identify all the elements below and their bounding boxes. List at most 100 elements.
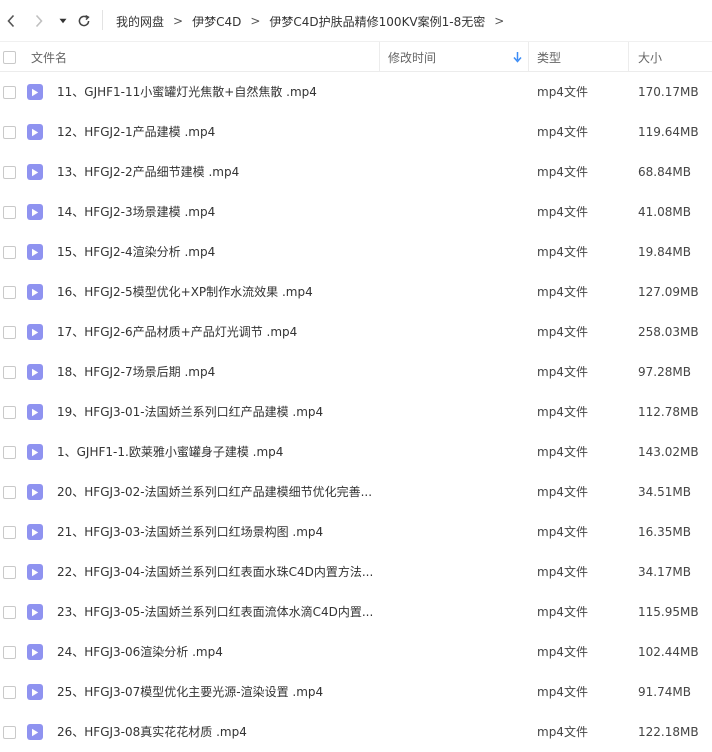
file-row[interactable]: 13、HFGJ2-2产品细节建模 .mp4 mp4文件 68.84MB	[0, 152, 712, 192]
file-row[interactable]: 16、HFGJ2-5模型优化+XP制作水流效果 .mp4 mp4文件 127.09M…	[0, 272, 712, 312]
file-row[interactable]: 14、HFGJ2-3场景建模 .mp4 mp4文件 41.08MB	[0, 192, 712, 232]
file-row[interactable]: 24、HFGJ3-06渲染分析 .mp4 mp4文件 102.44MB	[0, 632, 712, 672]
file-size: 68.84MB	[638, 165, 691, 179]
video-file-icon	[27, 684, 43, 700]
column-header: 文件名 修改时间 类型 大小	[0, 41, 712, 72]
row-checkbox[interactable]	[3, 646, 16, 659]
row-checkbox[interactable]	[3, 366, 16, 379]
file-row[interactable]: 22、HFGJ3-04-法国娇兰系列口红表面水珠C4D内置方法... mp4文件 3…	[0, 552, 712, 592]
file-name[interactable]: 15、HFGJ2-4渲染分析 .mp4	[57, 232, 215, 272]
file-row[interactable]: 18、HFGJ2-7场景后期 .mp4 mp4文件 97.28MB	[0, 352, 712, 392]
column-divider[interactable]	[628, 42, 629, 72]
file-row[interactable]: 1、GJHF1-1.欧莱雅小蜜罐身子建模 .mp4 mp4文件 143.02MB	[0, 432, 712, 472]
breadcrumb-item-root[interactable]: 我的网盘	[116, 13, 164, 30]
column-name-header[interactable]: 文件名	[31, 42, 67, 72]
file-size: 41.08MB	[638, 205, 691, 219]
column-divider[interactable]	[379, 42, 380, 72]
file-type: mp4文件	[537, 405, 588, 419]
file-size: 97.28MB	[638, 365, 691, 379]
column-type-header[interactable]: 类型	[537, 42, 561, 72]
file-row[interactable]: 19、HFGJ3-01-法国娇兰系列口红产品建模 .mp4 mp4文件 112.78…	[0, 392, 712, 432]
forward-button[interactable]	[30, 11, 48, 31]
file-type: mp4文件	[537, 565, 588, 579]
row-checkbox[interactable]	[3, 286, 16, 299]
file-type: mp4文件	[537, 325, 588, 339]
file-type: mp4文件	[537, 125, 588, 139]
refresh-icon	[78, 14, 90, 27]
row-checkbox[interactable]	[3, 686, 16, 699]
select-all-checkbox-cell	[3, 42, 16, 72]
file-name[interactable]: 17、HFGJ2-6产品材质+产品灯光调节 .mp4	[57, 312, 297, 352]
refresh-button[interactable]	[75, 11, 93, 31]
file-row[interactable]: 20、HFGJ3-02-法国娇兰系列口红产品建模细节优化完善... mp4文件 34…	[0, 472, 712, 512]
row-checkbox[interactable]	[3, 86, 16, 99]
row-checkbox[interactable]	[3, 486, 16, 499]
select-all-checkbox[interactable]	[3, 50, 16, 64]
file-name[interactable]: 22、HFGJ3-04-法国娇兰系列口红表面水珠C4D内置方法...	[57, 552, 373, 592]
file-row[interactable]: 12、HFGJ2-1产品建模 .mp4 mp4文件 119.64MB	[0, 112, 712, 152]
chevron-left-icon	[7, 14, 15, 28]
file-name[interactable]: 25、HFGJ3-07模型优化主要光源-渲染设置 .mp4	[57, 672, 323, 712]
file-size: 122.18MB	[638, 725, 699, 739]
video-file-icon	[27, 244, 43, 260]
row-checkbox[interactable]	[3, 406, 16, 419]
file-name[interactable]: 24、HFGJ3-06渲染分析 .mp4	[57, 632, 223, 672]
file-size: 258.03MB	[638, 325, 699, 339]
breadcrumb-item-current[interactable]: 伊梦C4D护肤品精修100KV案例1-8无密	[269, 13, 485, 30]
row-checkbox[interactable]	[3, 126, 16, 139]
file-type: mp4文件	[537, 485, 588, 499]
row-checkbox[interactable]	[3, 246, 16, 259]
file-size: 143.02MB	[638, 445, 699, 459]
row-checkbox[interactable]	[3, 166, 16, 179]
breadcrumb-item-folder[interactable]: 伊梦C4D	[192, 13, 241, 30]
file-name[interactable]: 20、HFGJ3-02-法国娇兰系列口红产品建模细节优化完善...	[57, 472, 372, 512]
row-checkbox[interactable]	[3, 566, 16, 579]
file-size: 127.09MB	[638, 285, 699, 299]
file-row[interactable]: 21、HFGJ3-03-法国娇兰系列口红场景构图 .mp4 mp4文件 16.35M…	[0, 512, 712, 552]
video-file-icon	[27, 364, 43, 380]
file-type: mp4文件	[537, 285, 588, 299]
column-divider[interactable]	[528, 42, 529, 72]
file-name[interactable]: 26、HFGJ3-08真实花花材质 .mp4	[57, 712, 247, 752]
column-modified-header[interactable]: 修改时间	[388, 42, 436, 72]
row-checkbox[interactable]	[3, 606, 16, 619]
row-checkbox[interactable]	[3, 526, 16, 539]
file-name[interactable]: 14、HFGJ2-3场景建模 .mp4	[57, 192, 215, 232]
file-name[interactable]: 23、HFGJ3-05-法国娇兰系列口红表面流体水滴C4D内置...	[57, 592, 373, 632]
video-file-icon	[27, 324, 43, 340]
file-name[interactable]: 11、GJHF1-11小蜜罐灯光焦散+自然焦散 .mp4	[57, 72, 317, 112]
row-checkbox[interactable]	[3, 326, 16, 339]
video-file-icon	[27, 484, 43, 500]
file-type: mp4文件	[537, 165, 588, 179]
file-name[interactable]: 13、HFGJ2-2产品细节建模 .mp4	[57, 152, 239, 192]
file-row[interactable]: 17、HFGJ2-6产品材质+产品灯光调节 .mp4 mp4文件 258.03MB	[0, 312, 712, 352]
row-checkbox[interactable]	[3, 726, 16, 739]
history-dropdown-button[interactable]	[57, 11, 69, 31]
video-file-icon	[27, 284, 43, 300]
back-button[interactable]	[2, 11, 20, 31]
row-checkbox[interactable]	[3, 206, 16, 219]
file-row[interactable]: 11、GJHF1-11小蜜罐灯光焦散+自然焦散 .mp4 mp4文件 170.17M…	[0, 72, 712, 112]
chevron-right-icon	[35, 14, 43, 28]
breadcrumb-separator: >	[494, 14, 505, 28]
file-row[interactable]: 15、HFGJ2-4渲染分析 .mp4 mp4文件 19.84MB	[0, 232, 712, 272]
file-row[interactable]: 23、HFGJ3-05-法国娇兰系列口红表面流体水滴C4D内置... mp4文件 1…	[0, 592, 712, 632]
file-name[interactable]: 12、HFGJ2-1产品建模 .mp4	[57, 112, 215, 152]
breadcrumb-separator: >	[250, 14, 261, 28]
file-name[interactable]: 1、GJHF1-1.欧莱雅小蜜罐身子建模 .mp4	[57, 432, 283, 472]
file-name[interactable]: 16、HFGJ2-5模型优化+XP制作水流效果 .mp4	[57, 272, 313, 312]
file-size: 16.35MB	[638, 525, 691, 539]
sort-arrow-down-icon[interactable]	[513, 42, 522, 72]
file-type: mp4文件	[537, 525, 588, 539]
video-file-icon	[27, 84, 43, 100]
file-type: mp4文件	[537, 245, 588, 259]
column-size-header[interactable]: 大小	[638, 42, 662, 72]
video-file-icon	[27, 404, 43, 420]
file-name[interactable]: 19、HFGJ3-01-法国娇兰系列口红产品建模 .mp4	[57, 392, 323, 432]
file-name[interactable]: 21、HFGJ3-03-法国娇兰系列口红场景构图 .mp4	[57, 512, 323, 552]
file-row[interactable]: 25、HFGJ3-07模型优化主要光源-渲染设置 .mp4 mp4文件 91.74M…	[0, 672, 712, 712]
file-row[interactable]: 26、HFGJ3-08真实花花材质 .mp4 mp4文件 122.18MB	[0, 712, 712, 752]
file-name[interactable]: 18、HFGJ2-7场景后期 .mp4	[57, 352, 215, 392]
row-checkbox[interactable]	[3, 446, 16, 459]
file-size: 34.51MB	[638, 485, 691, 499]
